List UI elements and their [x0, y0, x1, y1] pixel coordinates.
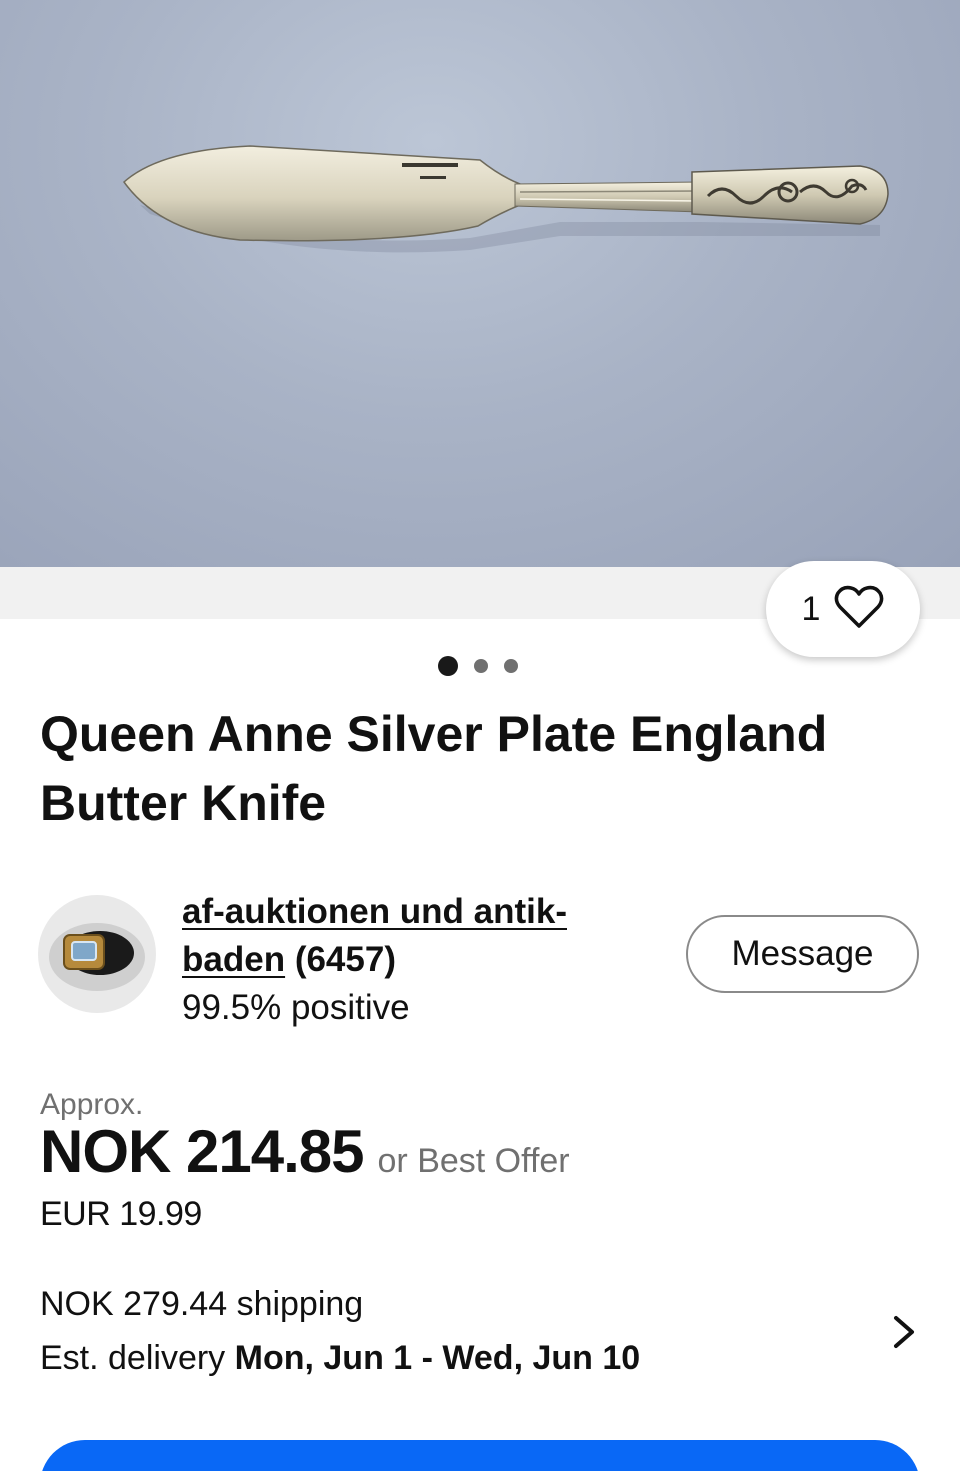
carousel-dot-2[interactable]	[474, 659, 488, 673]
butter-knife-illustration	[122, 145, 889, 253]
watch-button[interactable]: 1	[766, 561, 920, 657]
price-amount: NOK 214.85	[40, 1118, 365, 1185]
ring-photo-icon	[49, 923, 145, 991]
carousel-dot-1[interactable]	[438, 656, 458, 676]
converted-price: EUR 19.99	[40, 1195, 202, 1233]
delivery-range: Mon, Jun 1 - Wed, Jun 10	[234, 1339, 641, 1377]
seller-avatar[interactable]	[38, 895, 156, 1013]
seller-name: af-auktionen und antik-baden (6457)	[182, 888, 632, 984]
shipping-row[interactable]: NOK 279.44 shipping Est. delivery Mon, J…	[0, 1276, 960, 1386]
seller-feedback-count: (6457)	[294, 940, 396, 979]
seller-feedback-percent: 99.5% positive	[182, 988, 410, 1027]
heart-outline-icon	[834, 584, 884, 635]
primary-action-button[interactable]	[40, 1440, 920, 1471]
message-button[interactable]: Message	[686, 915, 919, 993]
shipping-cost: NOK 279.44 shipping	[40, 1285, 364, 1323]
best-offer-label: or Best Offer	[377, 1142, 570, 1180]
chevron-right-icon[interactable]	[886, 1310, 920, 1354]
carousel-dots	[0, 655, 960, 677]
delivery-prefix: Est. delivery	[40, 1339, 226, 1377]
delivery-estimate: Est. delivery Mon, Jun 1 - Wed, Jun 10	[40, 1336, 640, 1380]
carousel-dot-3[interactable]	[504, 659, 518, 673]
listing-page: 1 Queen Anne Silver Plate England Butter…	[0, 0, 960, 1471]
price-row: NOK 214.85 or Best Offer	[40, 1114, 570, 1190]
listing-title: Queen Anne Silver Plate England Butter K…	[40, 706, 828, 831]
watch-count: 1	[801, 589, 821, 628]
product-image[interactable]	[0, 0, 960, 567]
